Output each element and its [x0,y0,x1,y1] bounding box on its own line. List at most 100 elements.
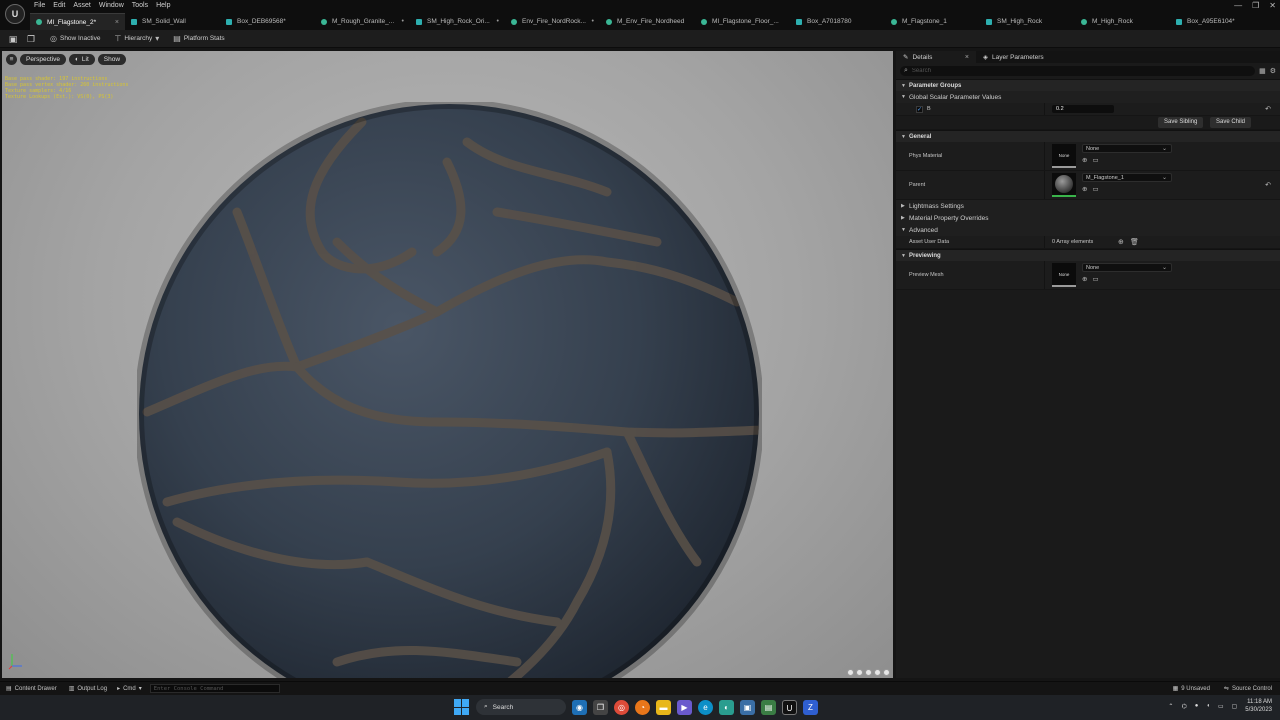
unsaved-button[interactable]: ▦ 9 Unsaved [1173,685,1210,693]
source-control-button[interactable]: ⇋ Source Control [1224,685,1272,693]
zoom-icon[interactable]: Z [803,699,818,715]
asset-tab[interactable]: SM_Solid_Wall [125,13,220,30]
menu-file[interactable]: File [30,1,49,11]
display-icon[interactable]: ▢ [1232,703,1238,710]
volume-icon[interactable]: ◖ [1206,703,1210,709]
task-view-icon[interactable]: ❐ [593,699,608,715]
trash-icon[interactable]: 🗑 [1130,238,1139,246]
group-lightmass-settings[interactable]: ▶ Lightmass Settings [896,200,1280,212]
show-inactive-button[interactable]: ◎ Show Inactive [50,34,100,43]
file-explorer-icon[interactable]: ▬ [656,699,671,715]
tab-layer-parameters[interactable]: ◈ Layer Parameters [976,51,1066,63]
lit-button[interactable]: ◐ Lit [68,54,95,65]
group-material-property-overrides[interactable]: ▶ Material Property Overrides [896,212,1280,224]
asset-tab[interactable]: M_Flagstone_1 [885,13,980,30]
unreal-engine-taskbar-icon[interactable]: U [782,699,797,715]
cmd-dropdown[interactable]: ▸ Cmd ▾ [117,685,142,693]
parent-material-thumbnail[interactable] [1052,173,1076,197]
category-general[interactable]: ▼ General [896,130,1280,142]
minimize-icon[interactable]: — [1234,1,1242,10]
category-parameter-groups[interactable]: ▼ Parameter Groups [896,79,1280,91]
category-previewing[interactable]: ▼ Previewing [896,249,1280,261]
remote-desktop-icon[interactable]: ▣ [740,699,755,715]
reset-to-default-icon[interactable]: ↶ [1265,105,1271,113]
asset-tab[interactable]: M_Rough_Granite_... • [315,13,410,30]
use-selected-icon[interactable]: ⊕ [1082,156,1087,164]
menu-asset[interactable]: Asset [69,1,95,11]
network-icon[interactable]: ⌬ [1181,703,1186,710]
group-global-scalar[interactable]: ▼ Global Scalar Parameter Values [896,91,1280,103]
tab-close-icon[interactable]: • [402,18,404,25]
viewport-menu-icon[interactable]: ≡ [6,54,17,65]
edge-icon[interactable]: e [698,699,713,715]
battery-icon[interactable]: ▭ [1218,703,1224,710]
preview-plane-icon[interactable] [865,669,872,676]
menu-window[interactable]: Window [95,1,128,11]
media-player-icon[interactable]: ▶ [677,699,692,715]
taskbar-search[interactable]: ⌕ Search [476,699,566,715]
asset-tab[interactable]: Env_Fire_NordRock... • [505,13,600,30]
param-value-field[interactable]: 0.2 [1052,105,1114,113]
content-drawer-button[interactable]: ▤ Content Drawer [6,685,57,693]
close-icon[interactable]: ✕ [1269,1,1276,10]
browse-icon[interactable]: ❐ [26,34,36,44]
menu-help[interactable]: Help [152,1,174,11]
output-log-button[interactable]: ▥ Output Log [69,685,107,693]
browse-folder-icon[interactable]: ▭ [1092,156,1098,164]
chrome-icon[interactable]: ◎ [614,699,629,715]
preview-sphere-icon[interactable] [856,669,863,676]
tab-close-icon[interactable]: × [115,19,119,26]
preview-mesh-dropdown[interactable]: None ⌄ [1082,263,1172,272]
perspective-button[interactable]: Perspective [20,54,66,65]
asset-tab[interactable]: Box_A95E6104* [1170,13,1265,30]
tab-details[interactable]: ✎ Details × [896,51,976,63]
browse-folder-icon[interactable]: ▭ [1092,275,1098,283]
unreal-logo-icon[interactable]: U [5,4,25,24]
preview-cylinder-icon[interactable] [847,669,854,676]
console-command-input[interactable] [149,684,280,693]
phys-material-dropdown[interactable]: None ⌄ [1082,144,1172,153]
platform-stats-button[interactable]: ▤ Platform Stats [173,34,224,43]
asset-tab[interactable]: Box_A7018780 [790,13,885,30]
group-advanced[interactable]: ▼ Advanced [896,224,1280,236]
asset-tab[interactable]: Box_DEB69568* [220,13,315,30]
mic-icon[interactable]: ● [1195,703,1199,709]
use-selected-icon[interactable]: ⊕ [1082,185,1087,193]
menu-edit[interactable]: Edit [49,1,69,11]
hierarchy-button[interactable]: ⊤ Hierarchy ▾ [114,34,159,43]
notepad-icon[interactable]: ▤ [761,699,776,715]
asset-tab[interactable]: MI_Flagstone_2* × [30,13,125,30]
search-input[interactable] [911,68,1212,74]
system-clock[interactable]: 11:18 AM 5/30/2023 [1245,698,1272,714]
firefox-icon[interactable]: ◔ [635,699,650,715]
menu-tools[interactable]: Tools [128,1,152,11]
preview-mesh-thumbnail[interactable]: None [1052,263,1076,287]
preview-viewport[interactable]: ≡ Perspective ◐ Lit Show Base pass shade… [2,51,893,678]
table-view-icon[interactable]: ▦ [1259,67,1266,75]
preview-mesh-icon[interactable] [883,669,890,676]
tab-close-icon[interactable]: • [592,18,594,25]
parent-dropdown[interactable]: M_Flagstone_1 ⌄ [1082,173,1172,182]
param-override-checkbox[interactable]: ✓ [916,105,923,113]
preview-cube-icon[interactable] [874,669,881,676]
asset-tab[interactable]: M_Env_Fire_Nordheed [600,13,695,30]
use-selected-icon[interactable]: ⊕ [1082,275,1087,283]
save-child-button[interactable]: Save Child [1210,117,1252,128]
add-element-icon[interactable]: ⊕ [1118,238,1124,246]
close-icon[interactable]: × [965,54,969,61]
phys-material-thumbnail[interactable]: None [1052,144,1076,168]
windows-start-icon[interactable] [454,699,470,715]
settings-gear-icon[interactable]: ⚙ [1270,67,1276,75]
asset-tab[interactable]: SM_High_Rock [980,13,1075,30]
reset-to-default-icon[interactable]: ↶ [1265,181,1271,189]
asset-tab[interactable]: M_High_Rock [1075,13,1170,30]
browse-folder-icon[interactable]: ▭ [1092,185,1098,193]
asset-tab[interactable]: SM_High_Rock_Ori... • [410,13,505,30]
show-button[interactable]: Show [97,54,127,65]
save-icon[interactable]: ▣ [8,34,18,44]
save-sibling-button[interactable]: Save Sibling [1158,117,1204,128]
tab-close-icon[interactable]: • [497,18,499,25]
chevron-up-icon[interactable]: ⌃ [1168,703,1173,710]
maximize-icon[interactable]: ❐ [1252,1,1259,10]
widget-icon[interactable]: ◉ [572,699,587,715]
